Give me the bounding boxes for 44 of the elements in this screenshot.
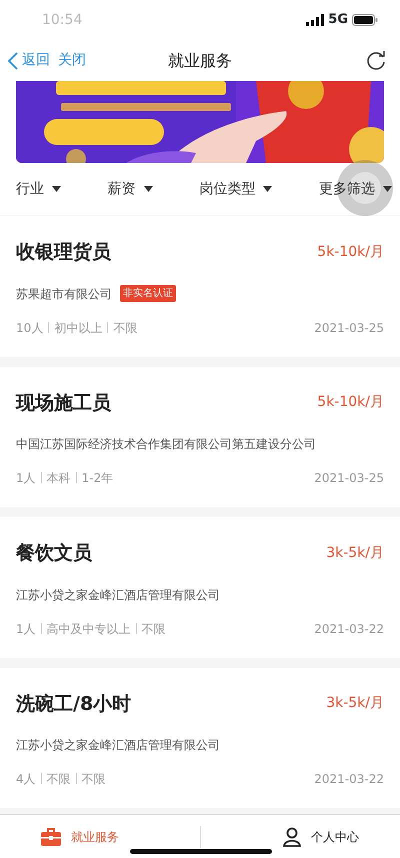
job-title: 洗碗工/8小时 [16,692,132,716]
signal-icon [306,14,324,26]
post-date: 2021-03-22 [314,620,384,638]
job-requirements: 10人 初中以上 不限 [16,320,138,336]
filter-dropdown[interactable]: 薪资 [108,178,153,200]
salary-text: 5k-10k/月 [317,242,384,262]
job-card[interactable]: 现场施工员 5k-10k/月 中国江苏国际经济技术合作集团有限公司第五建设分公司 1人 本科 1-2年 2021-03-25 [0,366,400,507]
job-title: 餐饮文员 [16,541,92,566]
post-date: 2021-03-25 [314,320,384,336]
post-date: 2021-03-22 [314,771,384,788]
tab-item[interactable]: 就业服务 [40,828,119,846]
status-time: 10:54 [42,10,82,30]
caret-icon [52,186,61,192]
page-title: 就业服务 [168,50,232,70]
salary-text: 3k-5k/月 [326,694,384,714]
job-card[interactable]: 餐饮文员 3k-5k/月 江苏小贷之家金峰汇酒店管理有限公司 1人 高中及中专以上 不限 2021-03-22 [0,517,400,658]
salary-text: 3k-5k/月 [326,544,384,563]
company-name: 江苏小贷之家金峰汇酒店管理有限公司 [16,737,220,754]
person-icon [283,826,302,846]
post-date: 2021-03-25 [314,470,384,487]
filter-dropdown[interactable]: 岗位类型 [199,178,272,200]
battery-icon [352,14,378,26]
caret-icon [382,186,392,192]
job-title: 现场施工员 [16,390,111,416]
job-title: 收银理货员 [16,240,111,265]
job-requirements: 1人 高中及中专以上 不限 [16,620,166,638]
company-name: 江苏小贷之家金峰汇酒店管理有限公司 [16,586,220,604]
job-card[interactable]: 收银理货员 5k-10k/月 苏果超市有限公司 非实名认证 10人 初中以上 不限 2021-03-25 [0,216,400,356]
caret-icon [144,186,153,192]
company-name: 中国江苏国际经济技术合作集团有限公司第五建设分公司 [16,436,316,453]
job-card[interactable]: 洗碗工/8小时 3k-5k/月 江苏小贷之家金峰汇酒店管理有限公司 4人 不限 不限 2021-03-22 [0,668,400,808]
company-name: 苏果超市有限公司 [16,286,112,302]
chevron-left-icon [8,52,18,70]
filter-dropdown[interactable]: 更多筛选 [318,178,392,200]
briefcase-icon [40,828,61,846]
refresh-icon[interactable] [366,50,386,70]
caret-icon [263,186,272,192]
job-requirements: 1人 本科 1-2年 [16,470,114,487]
network-label: 5G [328,11,348,30]
verification-tag: 非实名认证 [120,285,176,302]
tab-item[interactable]: 个人中心 [283,826,360,846]
job-requirements: 4人 不限 不限 [16,771,106,788]
filter-dropdown[interactable]: 行业 [16,178,61,200]
salary-text: 5k-10k/月 [317,393,384,412]
